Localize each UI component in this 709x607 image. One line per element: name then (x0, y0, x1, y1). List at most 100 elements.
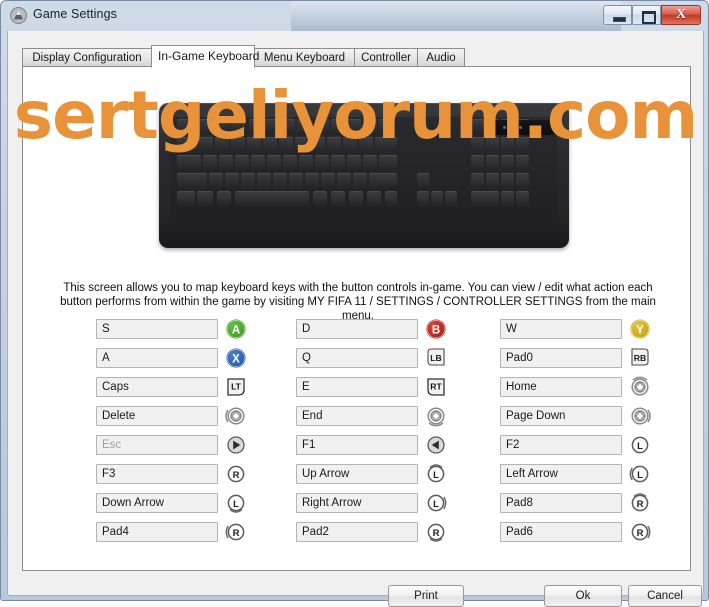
tab-in-game-keyboard[interactable]: In-Game Keyboard (151, 45, 259, 68)
left-stick-l-icon: L (629, 434, 655, 456)
title-bar[interactable]: Game Settings X (1, 1, 709, 31)
ok-button[interactable]: Ok (544, 585, 622, 607)
keyboard-key (219, 155, 233, 170)
svg-text:R: R (637, 499, 644, 510)
keyboard-key (501, 155, 514, 170)
left-bumper-lb-icon: LB (425, 347, 451, 369)
right-stick-icon: R (225, 463, 251, 485)
tab-panel-in-game-keyboard: This screen allows you to map keyboard k… (22, 66, 691, 571)
key-input-f2[interactable]: F2 (500, 435, 622, 455)
key-input-end[interactable]: End (296, 406, 418, 426)
keyboard-key (343, 137, 357, 152)
keyboard-key (315, 119, 329, 134)
key-input-f3[interactable]: F3 (96, 464, 218, 484)
key-input-pad6[interactable]: Pad6 (500, 522, 622, 542)
close-button[interactable]: X (661, 5, 701, 25)
key-input-left-arrow[interactable]: Left Arrow (500, 464, 622, 484)
key-input-d[interactable]: D (296, 319, 418, 339)
key-input-right-arrow[interactable]: Right Arrow (296, 493, 418, 513)
tab-menu-keyboard[interactable]: Menu Keyboard (254, 48, 355, 67)
led-icon (519, 126, 522, 129)
game-settings-window: Game Settings X Display Configuration In-… (0, 0, 709, 607)
right-stick-left-icon: R (225, 521, 251, 543)
tab-display-configuration[interactable]: Display Configuration (22, 48, 152, 67)
key-input-f1[interactable]: F1 (296, 435, 418, 455)
keyboard-key (486, 155, 499, 170)
left-trigger-lt-icon: LT (225, 376, 251, 398)
keyboard-key (347, 155, 361, 170)
minimize-button[interactable] (603, 5, 632, 25)
keyboard-key (257, 173, 271, 188)
mapping-row: S A (96, 319, 296, 348)
svg-text:X: X (232, 353, 240, 365)
back-button-icon (425, 434, 451, 456)
maximize-button[interactable] (632, 5, 661, 25)
keyboard-key (235, 191, 309, 206)
key-input-home[interactable]: Home (500, 377, 622, 397)
keyboard-key (501, 191, 514, 206)
keyboard-key (313, 191, 327, 206)
keyboard-key (225, 173, 239, 188)
mapping-row: Caps LT (96, 377, 296, 406)
key-input-w[interactable]: W (500, 319, 622, 339)
left-stick-left-icon (225, 405, 251, 427)
right-trigger-rt-icon: RT (425, 376, 451, 398)
key-input-s[interactable]: S (96, 319, 218, 339)
led-icon (503, 126, 506, 129)
key-input-up-arrow[interactable]: Up Arrow (296, 464, 418, 484)
print-button[interactable]: Print (388, 585, 464, 607)
key-input-pad0[interactable]: Pad0 (500, 348, 622, 368)
keyboard-key (177, 119, 195, 134)
close-icon: X (675, 7, 687, 22)
keyboard-indicator-panel (493, 120, 555, 135)
keyboard-key (379, 155, 397, 170)
key-input-caps[interactable]: Caps (96, 377, 218, 397)
key-input-a[interactable]: A (96, 348, 218, 368)
keyboard-key (359, 137, 373, 152)
left-stick-down-icon: L (225, 492, 251, 514)
key-input-esc[interactable]: Esc (96, 435, 218, 455)
keyboard-key (209, 173, 223, 188)
keyboard-key (305, 173, 319, 188)
keyboard-key (289, 173, 303, 188)
keyboard-key (347, 119, 361, 134)
svg-text:RT: RT (430, 382, 442, 392)
key-input-pad2[interactable]: Pad2 (296, 522, 418, 542)
mapping-row: F2 L (500, 434, 690, 464)
key-input-page-down[interactable]: Page Down (500, 406, 622, 426)
key-input-pad8[interactable]: Pad8 (500, 493, 622, 513)
keyboard-key (367, 191, 381, 206)
keyboard-key (199, 119, 213, 134)
key-input-e[interactable]: E (296, 377, 418, 397)
keyboard-body (159, 103, 569, 248)
keyboard-key (315, 155, 329, 170)
tab-audio[interactable]: Audio (417, 48, 465, 67)
mapping-row: W Y (500, 319, 690, 348)
window-title: Game Settings (33, 7, 117, 21)
svg-text:R: R (433, 528, 440, 539)
left-stick-up-icon: L (425, 463, 451, 485)
mapping-row: Pad4 R (96, 522, 296, 551)
mapping-row: Home (500, 376, 690, 406)
keyboard-key (231, 119, 245, 134)
mapping-row: F3 R (96, 464, 296, 493)
key-input-q[interactable]: Q (296, 348, 418, 368)
tab-controller[interactable]: Controller (354, 48, 418, 67)
mapping-column-1: S AA X Caps LT Delete Esc F3 R Down Arrow L… (96, 319, 296, 551)
description-text: This screen allows you to map keyboard k… (60, 282, 656, 322)
keyboard-key (215, 137, 229, 152)
keyboard-key (273, 173, 287, 188)
key-input-pad4[interactable]: Pad4 (96, 522, 218, 542)
keyboard-key (501, 173, 514, 188)
cancel-button[interactable]: Cancel (628, 585, 702, 607)
keyboard-key (471, 119, 484, 134)
mapping-row: Page Down (500, 406, 690, 435)
svg-text:R: R (233, 528, 240, 539)
keyboard-key (417, 173, 429, 188)
left-stick-down2-icon (425, 405, 451, 427)
keyboard-key (297, 119, 311, 134)
key-input-down-arrow[interactable]: Down Arrow (96, 493, 218, 513)
start-button-icon (225, 434, 251, 456)
svg-text:A: A (232, 324, 240, 336)
key-input-delete[interactable]: Delete (96, 406, 218, 426)
